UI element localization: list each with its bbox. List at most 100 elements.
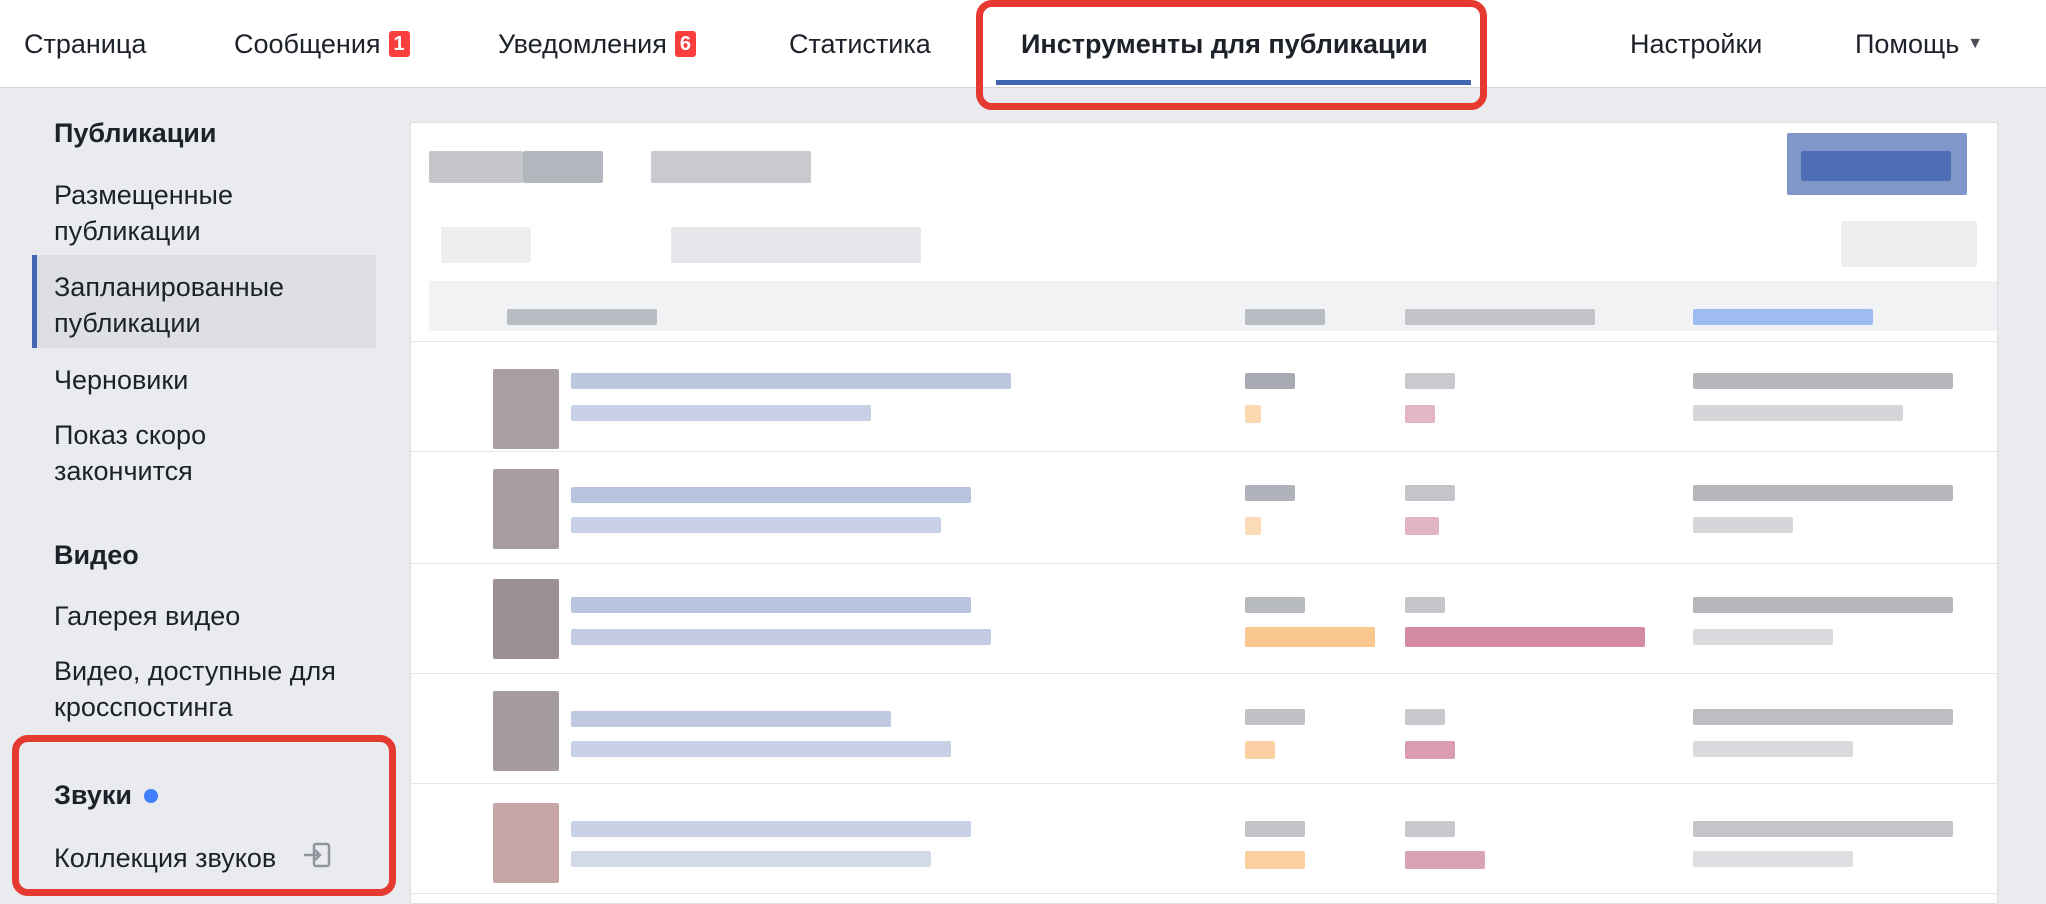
blurred-metric-bar — [1405, 851, 1485, 869]
new-indicator-dot-icon — [143, 788, 158, 803]
row-divider — [411, 893, 1997, 894]
row-divider — [411, 673, 1997, 674]
blurred-post-title — [571, 517, 941, 533]
sidebar-item-sound-collection[interactable]: Коллекция звуков — [54, 840, 394, 878]
top-navigation: Страница Сообщения 1 Уведомления 6 Стати… — [0, 0, 2046, 88]
sidebar-item-label: Галерея видео — [54, 601, 241, 631]
blurred-date — [1693, 629, 1833, 645]
blurred-action-button-inner — [1801, 151, 1951, 181]
tab-publishing-tools[interactable]: Инструменты для публикации — [1021, 0, 1428, 88]
row-divider — [411, 563, 1997, 564]
blurred-date — [1693, 851, 1853, 867]
sidebar-item-label: Черновики — [54, 365, 189, 395]
tab-publishing-tools-label: Инструменты для публикации — [1021, 28, 1428, 59]
tab-messages[interactable]: Сообщения 1 — [234, 0, 410, 88]
blurred-thumbnail[interactable] — [493, 469, 559, 549]
posts-table-panel — [410, 122, 1998, 904]
blurred-post-title[interactable] — [571, 597, 971, 613]
blurred-metric — [1245, 485, 1295, 501]
blurred-thumbnail[interactable] — [493, 369, 559, 449]
sidebar-item-drafts[interactable]: Черновики — [54, 362, 374, 398]
tab-messages-label: Сообщения — [234, 28, 381, 59]
selected-item-indicator — [32, 255, 37, 348]
active-tab-indicator — [996, 80, 1471, 85]
blurred-filter[interactable] — [1841, 221, 1977, 267]
tab-page-label: Страница — [24, 28, 147, 59]
blurred-post-title[interactable] — [571, 487, 971, 503]
blurred-column-header — [1405, 309, 1595, 325]
sidebar-item-scheduled-posts[interactable]: Запланированные публикации — [54, 269, 334, 341]
blurred-metric — [1245, 709, 1305, 725]
blurred-date — [1693, 709, 1953, 725]
tab-help[interactable]: Помощь ▼ — [1855, 0, 1983, 88]
blurred-metric — [1405, 373, 1455, 389]
blurred-filter[interactable] — [441, 227, 531, 263]
blurred-date — [1693, 517, 1793, 533]
external-link-icon — [302, 841, 332, 878]
blurred-filter[interactable] — [671, 227, 921, 263]
blurred-column-header — [507, 309, 657, 325]
blurred-metric — [1245, 821, 1305, 837]
sidebar-item-crossposting-videos[interactable]: Видео, доступные для кросспостинга — [54, 653, 384, 725]
tab-insights[interactable]: Статистика — [789, 0, 931, 88]
sidebar-item-published-posts[interactable]: Размещенные публикации — [54, 177, 334, 249]
left-sidebar: Публикации Размещенные публикации Заплан… — [0, 88, 400, 896]
blurred-thumbnail[interactable] — [493, 803, 559, 883]
tab-insights-label: Статистика — [789, 28, 931, 59]
blurred-date — [1693, 821, 1953, 837]
notifications-count-badge: 6 — [674, 31, 696, 57]
sidebar-item-label: Коллекция звуков — [54, 843, 277, 873]
tab-help-label: Помощь — [1855, 28, 1960, 59]
blurred-thumbnail[interactable] — [493, 579, 559, 659]
blurred-post-title — [571, 851, 931, 867]
blurred-metric-bar — [1405, 627, 1645, 647]
blurred-post-title — [571, 405, 871, 421]
blurred-thumbnail[interactable] — [493, 691, 559, 771]
blurred-metric — [1245, 597, 1305, 613]
sidebar-item-label: Видео, доступные для кросспостинга — [54, 656, 336, 722]
sidebar-item-label: Показ скоро закончится — [54, 420, 207, 486]
blurred-metric — [1405, 821, 1455, 837]
blurred-post-title — [571, 629, 991, 645]
blurred-post-title[interactable] — [571, 373, 1011, 389]
blurred-metric-bar — [1405, 405, 1435, 423]
blurred-panel-title — [523, 151, 603, 183]
sounds-section-title: Звуки — [54, 780, 158, 811]
messages-count-badge: 1 — [388, 31, 410, 57]
sidebar-item-label: Размещенные публикации — [54, 180, 233, 246]
row-divider — [411, 451, 1997, 452]
sounds-title-text: Звуки — [54, 780, 132, 810]
blurred-column-header — [1245, 309, 1325, 325]
blurred-metric — [1405, 709, 1445, 725]
tab-settings[interactable]: Настройки — [1630, 0, 1762, 88]
blurred-metric — [1405, 597, 1445, 613]
blurred-panel-title — [651, 151, 811, 183]
sidebar-item-video-library[interactable]: Галерея видео — [54, 598, 374, 634]
blurred-date — [1693, 485, 1953, 501]
blurred-metric-bar — [1405, 517, 1439, 535]
blurred-date — [1693, 741, 1853, 757]
sidebar-item-expiring-posts[interactable]: Показ скоро закончится — [54, 417, 274, 489]
caret-down-icon: ▼ — [1967, 35, 1984, 52]
publications-section-title: Публикации — [54, 118, 217, 149]
blurred-post-title[interactable] — [571, 711, 891, 727]
blurred-metric — [1245, 373, 1295, 389]
blurred-date — [1693, 405, 1903, 421]
video-section-title: Видео — [54, 540, 139, 571]
blurred-metric-bar — [1245, 741, 1275, 759]
blurred-date — [1693, 373, 1953, 389]
blurred-metric-bar — [1245, 405, 1261, 423]
row-divider — [411, 341, 1997, 342]
blurred-panel-title — [429, 151, 523, 183]
tab-notifications[interactable]: Уведомления 6 — [498, 0, 696, 88]
tab-notifications-label: Уведомления — [498, 28, 667, 59]
blurred-post-title[interactable] — [571, 821, 971, 837]
blurred-metric-bar — [1245, 627, 1375, 647]
blurred-date — [1693, 597, 1953, 613]
video-title-text: Видео — [54, 540, 139, 570]
blurred-column-header — [1693, 309, 1873, 325]
blurred-post-title — [571, 741, 951, 757]
sidebar-item-label: Запланированные публикации — [54, 272, 285, 338]
blurred-metric — [1405, 485, 1455, 501]
tab-page[interactable]: Страница — [24, 0, 146, 88]
